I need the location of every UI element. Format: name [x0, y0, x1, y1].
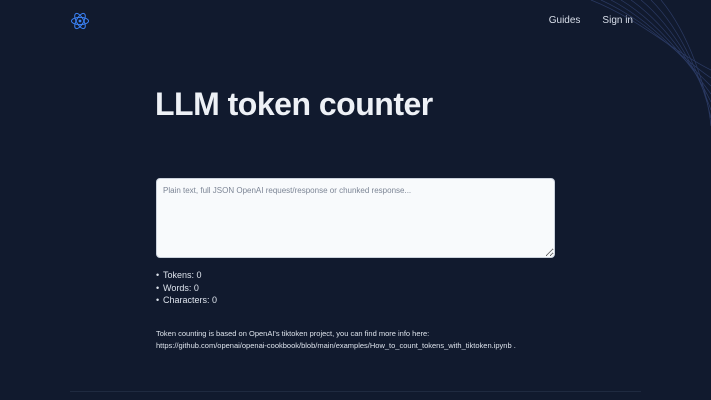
info-text: Token counting is based on OpenAI's tikt…: [156, 328, 576, 352]
top-nav: Guides Sign in: [549, 14, 633, 28]
list-item: • Characters: 0: [156, 294, 218, 307]
bullet-icon: •: [156, 295, 160, 305]
bullet-icon: •: [156, 282, 160, 293]
page-title: LLM token counter: [155, 86, 433, 122]
footer-divider: [70, 391, 641, 392]
nav-guides-link[interactable]: Guides: [549, 14, 581, 28]
characters-count: Characters: 0: [163, 295, 218, 305]
nav-signin-link[interactable]: Sign in: [602, 14, 633, 28]
stats-list: • Tokens: 0 • Words: 0 • Characters: 0: [155, 269, 217, 307]
info-line: Token counting is based on OpenAI's tikt…: [156, 329, 430, 338]
text-input[interactable]: [156, 178, 555, 258]
words-count: Words: 0: [163, 282, 199, 293]
info-link[interactable]: https://github.com/openai/openai-cookboo…: [156, 341, 512, 350]
list-item: • Tokens: 0: [156, 269, 217, 282]
info-tail: .: [511, 341, 516, 350]
header: Guides Sign in: [0, 0, 711, 42]
tokens-count: Tokens: 0: [163, 270, 202, 280]
bullet-icon: •: [156, 270, 160, 280]
atom-logo-icon[interactable]: [70, 11, 90, 31]
list-item: • Words: 0: [156, 282, 217, 295]
